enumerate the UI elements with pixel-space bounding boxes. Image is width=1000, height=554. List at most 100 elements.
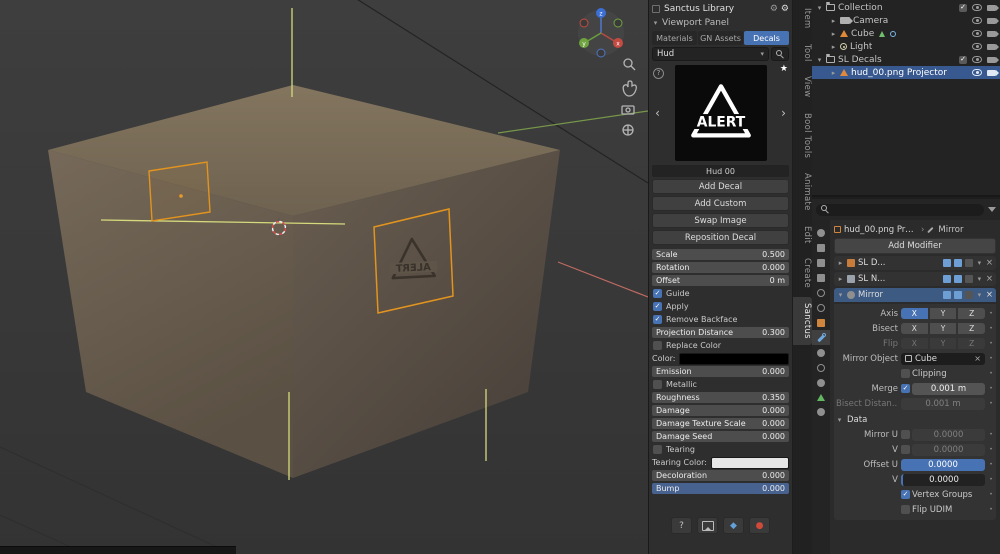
animate-dot[interactable]: • [988,491,994,498]
tab-decals[interactable]: Decals [744,31,789,45]
camera-visibility-icon[interactable] [987,30,999,37]
tab-gn-assets[interactable]: GN Assets [698,31,743,45]
bisect-z-toggle[interactable]: Z [958,323,986,334]
decal-preview-image[interactable]: ALERT [674,65,767,161]
exclude-checkbox[interactable]: ✓ [959,55,967,64]
modifier-extras-icon[interactable]: ▾ [976,275,983,283]
tab-animate[interactable]: Animate [793,167,812,217]
animate-dot[interactable]: • [988,355,994,362]
animate-dot[interactable]: • [988,461,994,468]
animate-dot[interactable]: • [988,400,994,407]
modifier-sl-decal-header[interactable]: ▸ SL D... ▾ × [834,256,996,270]
animate-dot[interactable]: • [988,506,994,513]
scene-tab[interactable] [812,285,830,300]
checkbox-icon[interactable] [901,505,910,514]
checkbox-icon[interactable]: ✓ [653,289,662,298]
filter-icon[interactable] [988,207,996,212]
color-swatch[interactable] [679,352,789,365]
eye-icon[interactable] [972,4,982,11]
modifier-extras-icon[interactable]: ▾ [976,259,983,267]
animate-dot[interactable]: • [988,310,994,317]
damage-seed-slider[interactable]: Damage Seed 0.000 [652,431,789,442]
emission-slider[interactable]: Emission 0.000 [652,366,789,377]
outliner-row-collection[interactable]: ▾ Collection ✓ [812,1,1000,14]
checkbox-icon[interactable]: ✓ [653,302,662,311]
animate-dot[interactable]: • [988,476,994,483]
tab-materials[interactable]: Materials [652,31,697,45]
animate-dot[interactable]: • [988,325,994,332]
viewport-3d[interactable]: ALERT z x y [0,0,649,554]
realtime-toggle-icon[interactable] [953,259,962,267]
properties-search-field[interactable] [816,203,984,216]
animate-dot[interactable]: • [988,385,994,392]
data-section-header[interactable]: ▾ Data [836,414,994,426]
camera-visibility-icon[interactable] [987,43,999,50]
breadcrumb-object[interactable]: hud_00.png Proje... [844,225,918,235]
axis-z-toggle[interactable]: Z [958,308,986,319]
sanctus-logo-button[interactable]: ◆ [723,517,744,534]
collapse-icon[interactable]: ▾ [816,4,823,12]
record-button[interactable]: ● [749,517,770,534]
flip-udim-checkbox-row[interactable]: Flip UDIM [901,505,985,515]
vertex-groups-checkbox-row[interactable]: ✓ Vertex Groups [901,490,985,500]
mirror-u-field[interactable]: 0.0000 [912,428,985,441]
output-tab[interactable] [812,255,830,270]
merge-value-field[interactable]: 0.001 m [912,382,985,395]
tab-sanctus[interactable]: Sanctus [793,297,812,346]
merge-checkbox[interactable]: ✓ [901,384,910,393]
damage-slider[interactable]: Damage 0.000 [652,405,789,416]
checkbox-icon[interactable]: ✓ [653,315,662,324]
add-modifier-button[interactable]: Add Modifier [834,238,996,254]
flip-z-toggle[interactable]: Z [958,338,986,349]
replace-color-checkbox[interactable]: Replace Color [652,340,789,351]
next-decal-button[interactable]: › [778,106,789,120]
modifiers-tab[interactable] [812,330,830,345]
reposition-decal-button[interactable]: Reposition Decal [652,230,789,245]
help-button[interactable]: ? [671,517,692,534]
mirror-v-checkbox[interactable] [901,445,910,454]
modifier-sl-normal-header[interactable]: ▸ SL N... ▾ × [834,272,996,286]
camera-visibility-icon[interactable] [987,4,999,11]
collapse-icon[interactable]: ▾ [837,291,844,299]
exclude-checkbox[interactable]: ✓ [959,3,967,12]
offset-u-field[interactable]: 0.0000 [901,458,985,471]
tab-view[interactable]: View [793,70,812,103]
favorite-star-icon[interactable]: ★ [780,64,788,74]
gizmo-y-neg[interactable] [613,18,623,28]
clipping-checkbox-row[interactable]: Clipping [901,369,985,379]
mirror-v-field[interactable]: 0.0000 [912,443,985,456]
preferences-gear-icon[interactable]: ⚙ [781,4,789,14]
add-custom-button[interactable]: Add Custom [652,196,789,211]
guide-checkbox[interactable]: ✓ Guide [652,288,789,299]
eye-icon[interactable] [972,43,982,50]
remove-backface-checkbox[interactable]: ✓ Remove Backface [652,314,789,325]
flip-x-toggle[interactable]: X [901,338,928,349]
view-layer-tab[interactable] [812,270,830,285]
clear-icon[interactable]: × [974,354,981,363]
object-data-tab[interactable] [812,390,830,404]
modifier-extras-icon[interactable]: ▾ [976,291,983,299]
close-icon[interactable]: × [986,290,993,300]
close-icon[interactable]: × [986,258,993,268]
edit-mode-toggle-icon[interactable] [942,259,951,267]
apply-checkbox[interactable]: ✓ Apply [652,301,789,312]
camera-visibility-icon[interactable] [987,17,999,24]
animate-dot[interactable]: • [988,431,994,438]
metallic-checkbox[interactable]: Metallic [652,379,789,390]
help-icon[interactable]: ? [653,68,664,79]
camera-visibility-icon[interactable] [987,56,999,63]
mirror-u-checkbox[interactable] [901,430,910,439]
edit-mode-toggle-icon[interactable] [942,291,951,299]
settings-gear-icon[interactable]: ⚙ [770,4,778,14]
outliner-row-hud00-projector[interactable]: ▸ hud_00.png Projector [812,66,1000,79]
bisect-x-toggle[interactable]: X [901,323,928,334]
checkbox-icon[interactable] [653,380,662,389]
tab-create[interactable]: Create [793,252,812,294]
object-tab[interactable] [812,315,830,330]
camera-visibility-icon[interactable] [987,69,999,76]
expand-icon[interactable]: ▸ [837,259,844,267]
decal-search-button[interactable] [771,47,789,61]
expand-icon[interactable]: ▸ [830,69,837,77]
outliner-row-cube[interactable]: ▸ Cube [812,27,1000,40]
animate-dot[interactable]: • [988,446,994,453]
